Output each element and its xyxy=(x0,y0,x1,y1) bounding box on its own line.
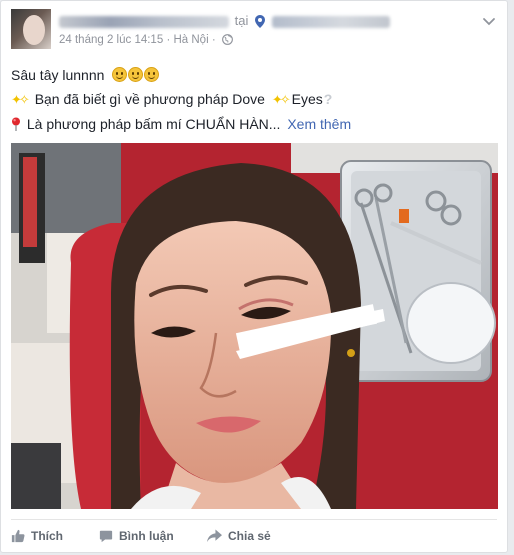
author-line: tại xyxy=(59,13,390,29)
pushpin-icon xyxy=(12,117,20,131)
share-button[interactable]: Chia sẻ xyxy=(207,524,271,548)
post-text-line-2: ✦✧ Bạn đã biết gì về phương pháp Dove ✦✧… xyxy=(11,87,497,112)
see-more-link[interactable]: Xem thêm xyxy=(287,116,351,132)
post-card: tại 24 tháng 2 lúc 14:15 · Hà Nội · Sâu … xyxy=(0,0,508,553)
location-pin-icon xyxy=(254,15,265,29)
meta-separator: · xyxy=(166,34,171,46)
smile-emoji-icon xyxy=(112,67,128,82)
thumbs-up-icon xyxy=(11,529,25,543)
comment-icon xyxy=(99,530,113,543)
photo-illustration xyxy=(11,143,498,509)
post-text: Sâu tây lunnnn ✦✧ Bạn đã biết gì về phươ… xyxy=(11,63,497,136)
comment-label: Bình luận xyxy=(119,529,174,543)
globe-icon[interactable] xyxy=(221,34,233,45)
meta-separator-2: · xyxy=(211,34,216,46)
like-label: Thích xyxy=(31,529,63,543)
smile-emoji-icon xyxy=(128,67,144,82)
post-text-line-3: Là phương pháp bấm mí CHUẨN HÀN... Xem t… xyxy=(11,112,497,136)
sparkles-emoji-icon: ✦✧ xyxy=(11,92,30,107)
sparkles-emoji-icon: ✦✧ xyxy=(271,92,291,107)
comment-button[interactable]: Bình luận xyxy=(99,524,174,548)
avatar-face xyxy=(23,15,45,45)
smile-emoji-icon xyxy=(144,67,160,82)
question-mark-icon: ? xyxy=(323,91,333,107)
post-location[interactable]: Hà Nội xyxy=(173,34,208,46)
post-timestamp[interactable]: 24 tháng 2 lúc 14:15 xyxy=(59,34,163,46)
share-icon xyxy=(207,529,222,543)
post-header: tại 24 tháng 2 lúc 14:15 · Hà Nội · xyxy=(11,9,497,53)
chevron-down-icon[interactable] xyxy=(481,13,497,29)
post-text-eyes: Eyes xyxy=(291,91,323,107)
name-connector: tại xyxy=(234,13,249,28)
post-text-question: Bạn đã biết gì về phương pháp Dove xyxy=(34,91,265,107)
checkin-place-blurred[interactable] xyxy=(271,15,390,28)
post-text-intro: Sâu tây lunnnn xyxy=(11,67,105,83)
post-text-line-1: Sâu tây lunnnn xyxy=(11,63,497,87)
post-text-method: Là phương pháp bấm mí CHUẨN HÀN... xyxy=(26,116,281,132)
author-name-blurred[interactable] xyxy=(59,15,229,28)
like-button[interactable]: Thích xyxy=(11,524,63,548)
share-label: Chia sẻ xyxy=(228,529,271,543)
post-meta: 24 tháng 2 lúc 14:15 · Hà Nội · xyxy=(59,34,233,46)
post-photo[interactable] xyxy=(11,143,498,509)
actions-divider xyxy=(11,519,497,520)
avatar[interactable] xyxy=(11,9,51,49)
